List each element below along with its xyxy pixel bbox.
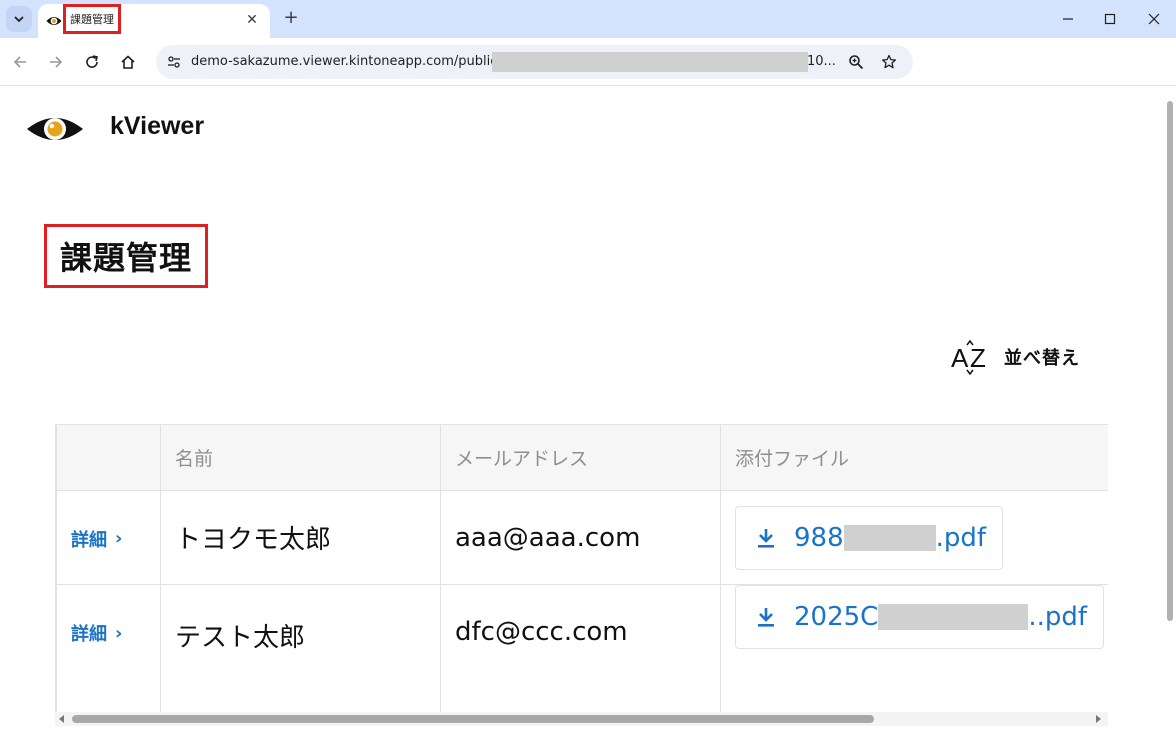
name-cell: トヨクモ太郎 <box>160 490 441 585</box>
reload-icon <box>86 55 98 68</box>
restore-button[interactable] <box>1096 6 1124 32</box>
home-icon <box>121 55 135 69</box>
tab-search-button[interactable] <box>6 6 32 32</box>
address-bar[interactable]: demo-sakazume.viewer.kintoneapp.com/publ… <box>156 45 913 79</box>
attachment-cell: 988 .pdf <box>720 490 1108 585</box>
vertical-scrollbar-thumb[interactable] <box>1167 101 1173 621</box>
chevron-right-icon: › <box>115 622 123 644</box>
horizontal-scrollbar-thumb[interactable] <box>72 715 874 723</box>
column-header-detail <box>56 424 161 491</box>
records-table-container: 名前 メールアドレス 添付ファイル 詳細 › トヨクモ太郎 aaa@aaa.co… <box>55 424 1108 712</box>
attachment-download-button[interactable]: 988 .pdf <box>735 505 1004 570</box>
attachment-cell: 2025C ..pdf <box>720 584 1108 712</box>
table-row: 詳細 › テスト太郎 dfc@ccc.com 2025C ..pdf <box>56 584 1108 712</box>
file-name-start: 2025C <box>794 602 879 632</box>
forward-arrow-icon <box>50 56 63 68</box>
horizontal-scrollbar[interactable] <box>55 712 1108 726</box>
table-header-row: 名前 メールアドレス 添付ファイル <box>56 424 1108 491</box>
column-header-name[interactable]: 名前 <box>160 424 441 491</box>
home-button[interactable] <box>116 50 140 74</box>
forward-button[interactable] <box>44 50 68 74</box>
eye-logo-icon <box>27 118 83 140</box>
url-text: demo-sakazume.viewer.kintoneapp.com/publ… <box>191 54 509 69</box>
star-icon <box>881 54 897 69</box>
scroll-right-arrow-icon[interactable] <box>1096 715 1101 723</box>
zoom-button[interactable] <box>846 52 866 72</box>
file-name-start: 988 <box>794 522 844 553</box>
column-header-email[interactable]: メールアドレス <box>440 424 721 491</box>
minimize-button[interactable] <box>1054 6 1082 32</box>
tab-close-icon[interactable]: ✕ <box>244 12 260 28</box>
restore-icon <box>1104 13 1116 25</box>
tab-title-highlight: 課題管理 <box>63 4 121 34</box>
url-redaction <box>492 52 808 72</box>
tab-strip: 課題管理 ✕ + <box>0 0 1176 38</box>
page-title-highlight: 課題管理 <box>44 224 208 288</box>
brand-name: kViewer <box>110 112 205 140</box>
detail-label: 詳細 <box>71 529 107 551</box>
email-cell: dfc@ccc.com <box>440 584 721 712</box>
name-cell: テスト太郎 <box>160 584 441 712</box>
minimize-icon <box>1063 18 1073 20</box>
column-header-attachment[interactable]: 添付ファイル <box>720 424 1108 491</box>
detail-cell: 詳細 › <box>56 584 161 712</box>
detail-link[interactable]: 詳細 › <box>71 526 122 552</box>
zoom-in-icon <box>849 55 864 70</box>
tab-title: 課題管理 <box>70 13 114 26</box>
svg-text:Z: Z <box>970 343 986 373</box>
chevron-down-icon <box>14 16 24 23</box>
file-name-end: ..pdf <box>1028 602 1088 632</box>
active-tab[interactable]: 課題管理 ✕ <box>38 4 270 38</box>
file-name-end: .pdf <box>935 522 987 553</box>
svg-text:A: A <box>951 343 969 373</box>
url-tail-text: 10... <box>807 54 836 69</box>
bookmark-button[interactable] <box>879 52 899 72</box>
page-content: kViewer 課題管理 A Z 並べ替え 名前 メールアドレス 添付ファイル <box>0 87 1176 753</box>
back-arrow-icon <box>13 56 26 68</box>
email-cell: aaa@aaa.com <box>440 490 721 585</box>
detail-cell: 詳細 › <box>56 490 161 585</box>
close-icon <box>1148 13 1160 25</box>
attachment-download-button[interactable]: 2025C ..pdf <box>735 585 1105 649</box>
browser-toolbar: demo-sakazume.viewer.kintoneapp.com/publ… <box>0 38 1176 86</box>
detail-link[interactable]: 詳細 › <box>71 620 122 646</box>
table-row: 詳細 › トヨクモ太郎 aaa@aaa.com 988 .pdf <box>56 490 1108 585</box>
reload-button[interactable] <box>80 50 104 74</box>
file-name-redaction <box>843 524 936 551</box>
eye-favicon-icon <box>46 17 62 25</box>
scroll-left-arrow-icon[interactable] <box>59 715 64 723</box>
download-icon <box>758 528 774 548</box>
file-name-redaction <box>878 604 1029 630</box>
detail-label: 詳細 <box>71 624 107 645</box>
download-icon <box>758 608 774 627</box>
back-button[interactable] <box>8 50 32 74</box>
new-tab-button[interactable]: + <box>280 7 302 29</box>
sort-az-icon: A Z <box>951 339 986 375</box>
vertical-scrollbar[interactable] <box>1164 87 1176 621</box>
site-info-button[interactable] <box>164 52 184 72</box>
page-title: 課題管理 <box>59 239 192 277</box>
records-table: 名前 メールアドレス 添付ファイル 詳細 › トヨクモ太郎 aaa@aaa.co… <box>56 424 1108 712</box>
sort-button[interactable]: A Z 並べ替え <box>950 339 1080 375</box>
tune-icon <box>168 56 180 68</box>
sort-label: 並べ替え <box>1004 348 1080 369</box>
window-close-button[interactable] <box>1140 6 1168 32</box>
chevron-right-icon: › <box>115 528 123 549</box>
